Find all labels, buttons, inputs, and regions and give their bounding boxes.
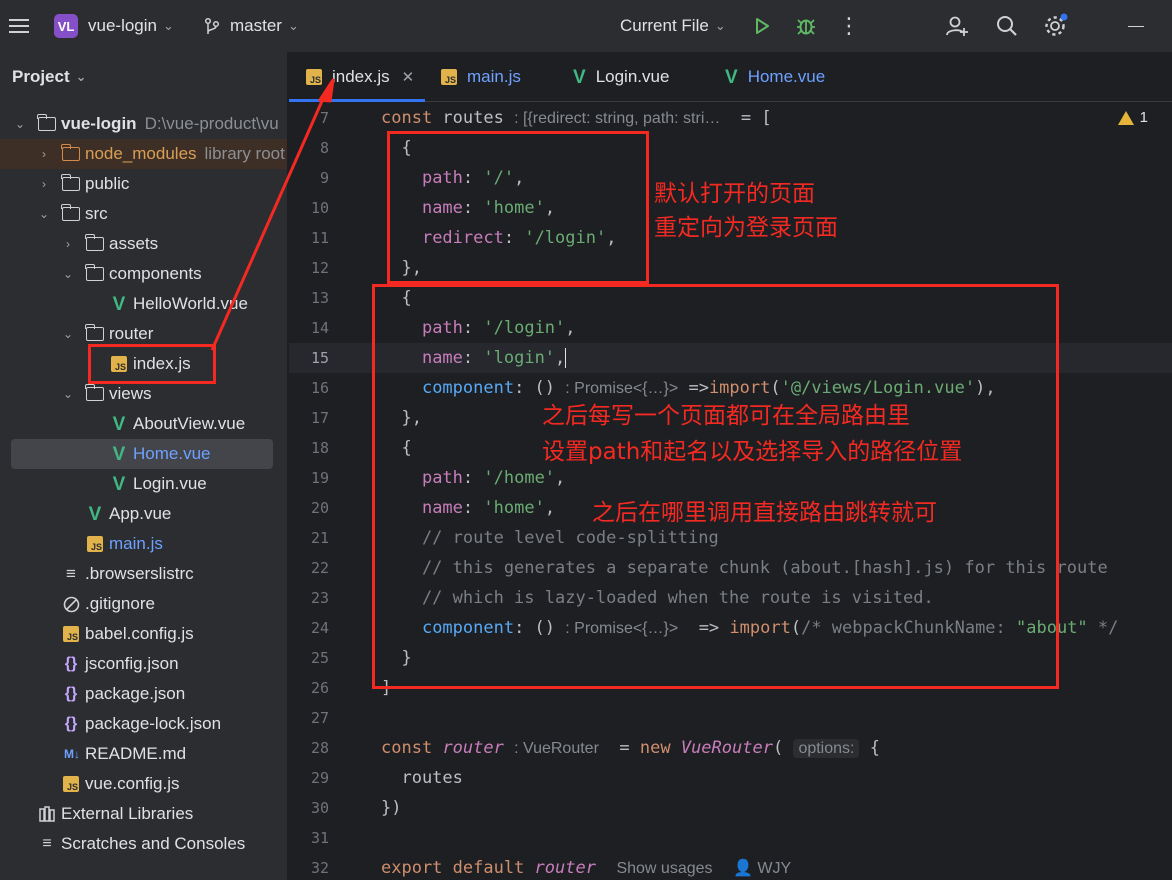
annotation-note-2-line-2: 设置path和起名以及选择导入的路径位置 xyxy=(542,439,963,465)
annotation-note-2-line-1: 之后每写一个页面都可在全局路由里 xyxy=(542,403,910,429)
annotation-note-3: 之后在哪里调用直接路由跳转就可 xyxy=(592,500,937,526)
annotation-note-1-line-1: 默认打开的页面 xyxy=(654,181,815,207)
annotation-note-1-line-2: 重定向为登录页面 xyxy=(654,215,838,241)
